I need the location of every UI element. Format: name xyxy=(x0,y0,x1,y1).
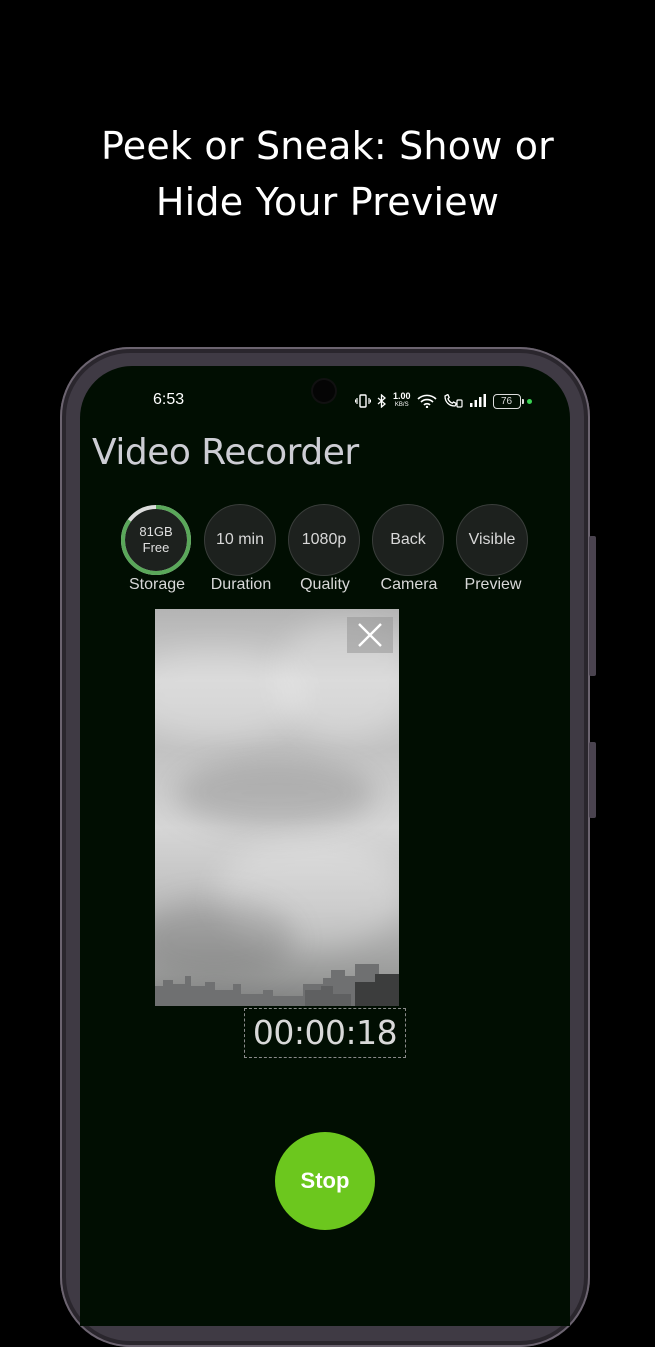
phone-volume-button xyxy=(589,742,596,818)
bluetooth-icon xyxy=(377,394,387,408)
battery-icon: 76 xyxy=(492,393,524,409)
close-preview-button[interactable] xyxy=(347,617,393,653)
signal-icon xyxy=(469,394,487,408)
camera-chip[interactable]: Back xyxy=(372,504,444,576)
app-title: Video Recorder xyxy=(92,432,359,473)
storage-chip[interactable]: 81GB Free xyxy=(120,504,192,576)
phone-power-button xyxy=(589,536,596,676)
status-time: 6:53 xyxy=(153,391,185,408)
net-speed-value: 1.00 xyxy=(393,391,411,401)
storage-amount: 81GB xyxy=(139,524,173,539)
camera-preview xyxy=(155,609,399,1006)
vibrate-icon xyxy=(355,394,371,408)
recording-timer: 00:00:18 xyxy=(244,1008,406,1058)
net-speed-unit: KB/S xyxy=(394,402,409,408)
skyline-image xyxy=(155,964,399,1006)
status-icons: 1.00 KB/S 76 xyxy=(355,390,532,412)
duration-label: Duration xyxy=(210,576,272,593)
wifi-icon xyxy=(416,394,437,408)
headline: Peek or Sneak: Show or Hide Your Preview xyxy=(0,118,655,230)
net-speed: 1.00 KB/S xyxy=(393,392,411,410)
storage-free-label: Free xyxy=(142,540,170,555)
headline-line-1: Peek or Sneak: Show or xyxy=(101,124,554,168)
quality-label: Quality xyxy=(300,576,350,593)
volte-call-icon xyxy=(443,394,463,408)
camera-label: Camera xyxy=(380,576,438,593)
storage-value: 81GB Free xyxy=(139,524,172,556)
duration-chip[interactable]: 10 min xyxy=(204,504,276,576)
front-camera xyxy=(313,380,335,402)
headline-line-2: Hide Your Preview xyxy=(155,180,500,224)
storage-label: Storage xyxy=(128,576,186,593)
preview-chip[interactable]: Visible xyxy=(456,504,528,576)
close-icon xyxy=(358,623,382,647)
privacy-indicator-dot xyxy=(526,398,532,404)
preview-label: Preview xyxy=(464,576,522,593)
stop-button[interactable]: Stop xyxy=(275,1132,375,1230)
quality-chip[interactable]: 1080p xyxy=(288,504,360,576)
